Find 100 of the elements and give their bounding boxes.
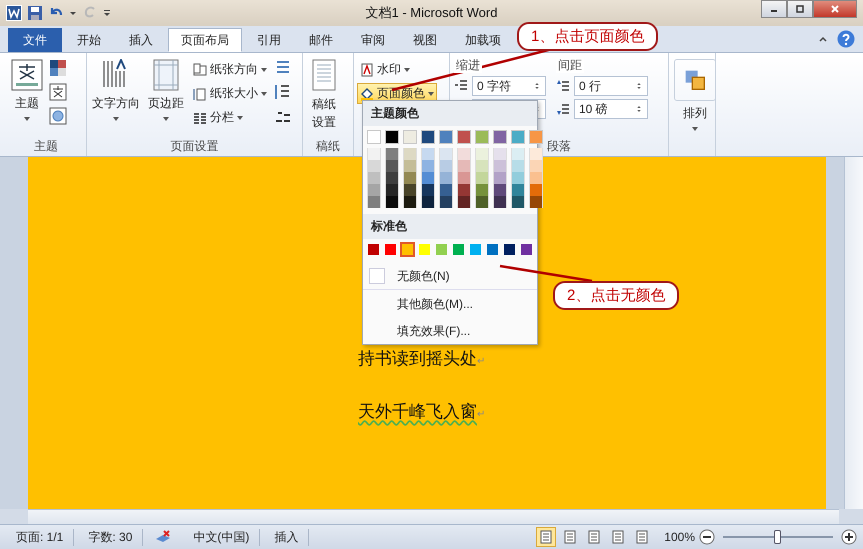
columns-button[interactable]: 分栏 [190, 107, 270, 128]
caret-icon [24, 116, 30, 122]
file-tab[interactable]: 文件 [8, 28, 62, 52]
ribbon-tab[interactable]: 页面布局 [168, 28, 242, 52]
group-label: 页面设置 [170, 138, 218, 155]
indent-heading: 缩进 [454, 57, 482, 73]
caret-icon[interactable] [69, 9, 77, 17]
language-text[interactable]: 中文(中国) [183, 528, 260, 546]
group-label: 主题 [34, 138, 58, 155]
color-swatch[interactable] [457, 130, 471, 144]
standard-colors-heading: 标准色 [363, 214, 537, 239]
color-swatch[interactable] [403, 130, 417, 144]
color-swatch[interactable] [511, 130, 525, 144]
caret-icon [261, 90, 267, 96]
callout-label: 1、点击页面颜色 [517, 22, 658, 51]
ribbon-tab[interactable]: 视图 [400, 28, 450, 52]
color-swatch[interactable] [493, 130, 507, 144]
help-icon[interactable] [837, 30, 855, 48]
page-view-icon [587, 530, 602, 544]
group-label: 稿纸 [316, 138, 340, 155]
empty-swatch-icon [369, 268, 385, 284]
watermark-button[interactable]: 水印 [357, 59, 437, 80]
color-swatch[interactable] [367, 130, 381, 144]
group-label: 段落 [547, 138, 571, 155]
page-count-text[interactable]: 页面: 1/1 [6, 528, 74, 546]
color-swatch[interactable] [385, 130, 399, 144]
theme-fonts-icon[interactable] [49, 83, 67, 101]
theme-effects-icon[interactable] [49, 107, 67, 125]
menu-item[interactable]: 其他颜色(M)... [395, 296, 473, 312]
proofing-book-icon[interactable] [155, 529, 172, 545]
spacing-before-field[interactable]: 0 行 [574, 76, 648, 96]
paper-size-icon [193, 86, 207, 100]
page-view-icon [635, 530, 650, 544]
theme-colors-icon[interactable] [49, 59, 67, 77]
spacing-after-icon [556, 102, 570, 116]
insert-mode-text[interactable]: 插入 [264, 528, 310, 546]
view-mode-button[interactable] [536, 527, 556, 547]
close-icon [831, 5, 839, 13]
color-swatch[interactable] [529, 130, 543, 144]
indent-left-field[interactable]: 0 字符 [472, 76, 546, 96]
page-view-icon [563, 530, 578, 544]
columns-icon [193, 110, 207, 124]
page-view-icon [539, 530, 554, 544]
minimize-button[interactable] [761, 0, 787, 18]
ribbon-tab[interactable]: 开始 [64, 28, 114, 52]
themes-button[interactable]: 主题 [9, 57, 45, 124]
spinner-icon[interactable] [635, 82, 643, 90]
horizontal-scrollbar[interactable] [28, 509, 839, 524]
page-orientation-icon [193, 62, 207, 76]
caret-icon [113, 116, 119, 122]
caret-icon [261, 66, 267, 72]
color-swatch[interactable] [400, 242, 415, 257]
spinner-icon[interactable] [635, 105, 643, 113]
margins-button[interactable]: 页边距 [146, 57, 186, 124]
maximize-button[interactable] [787, 0, 813, 18]
page-view-icon [611, 530, 626, 544]
spacing-after-field[interactable]: 10 磅 [574, 99, 648, 119]
zoom-in-icon[interactable] [841, 529, 857, 545]
maximize-icon [796, 5, 804, 13]
save-icon[interactable] [27, 5, 43, 21]
collapse-ribbon-icon[interactable] [819, 35, 827, 43]
menu-item[interactable]: 填充效果(F)... [395, 322, 470, 340]
text-direction-button[interactable]: 文字方向 [90, 57, 142, 124]
line-numbers-icon[interactable] [274, 83, 292, 101]
zoom-level-text[interactable]: 100% [664, 530, 695, 544]
draft-paper-settings-button[interactable]: 稿纸设置 [306, 57, 342, 133]
arrange-button[interactable]: 排列 [672, 57, 718, 134]
caret-icon [428, 90, 434, 96]
caret-icon [237, 114, 243, 120]
caret-icon [404, 66, 410, 72]
menu-item[interactable]: 无颜色(N) [395, 268, 450, 284]
ribbon-tab[interactable]: 邮件 [296, 28, 346, 52]
zoom-slider-thumb[interactable] [774, 530, 781, 544]
ribbon-tab[interactable]: 引用 [244, 28, 294, 52]
color-swatch[interactable] [421, 130, 435, 144]
ribbon-tab[interactable]: 加载项 [452, 28, 514, 52]
word-count-text[interactable]: 字数: 30 [78, 528, 144, 546]
orientation-button[interactable]: 纸张方向 [190, 59, 270, 80]
color-swatch[interactable] [475, 130, 489, 144]
spinner-icon[interactable] [533, 82, 541, 90]
vertical-scrollbar[interactable] [844, 157, 863, 509]
callout-label: 2、点击无颜色 [553, 281, 680, 310]
zoom-out-icon[interactable] [699, 529, 715, 545]
close-button[interactable] [813, 0, 857, 18]
customize-menu-icon[interactable] [103, 9, 111, 17]
theme-colors-heading: 主题颜色 [363, 101, 537, 126]
caret-icon [692, 126, 698, 132]
document-text-line: 天外千峰飞入窗↵ [358, 401, 486, 423]
window-title: 文档1 - Microsoft Word [366, 4, 498, 22]
caret-icon [163, 116, 169, 122]
spacing-heading: 间距 [556, 57, 584, 73]
word-logo-icon[interactable] [6, 5, 22, 21]
spacing-before-icon [556, 79, 570, 93]
color-swatch[interactable] [439, 130, 453, 144]
watermark-icon [360, 62, 374, 76]
document-text-line: 持书读到摇头处↵ [358, 348, 486, 370]
ribbon-tab[interactable]: 审阅 [348, 28, 398, 52]
ribbon-tab[interactable]: 插入 [116, 28, 166, 52]
themes-icon [11, 59, 43, 91]
paper-size-button[interactable]: 纸张大小 [190, 83, 270, 104]
